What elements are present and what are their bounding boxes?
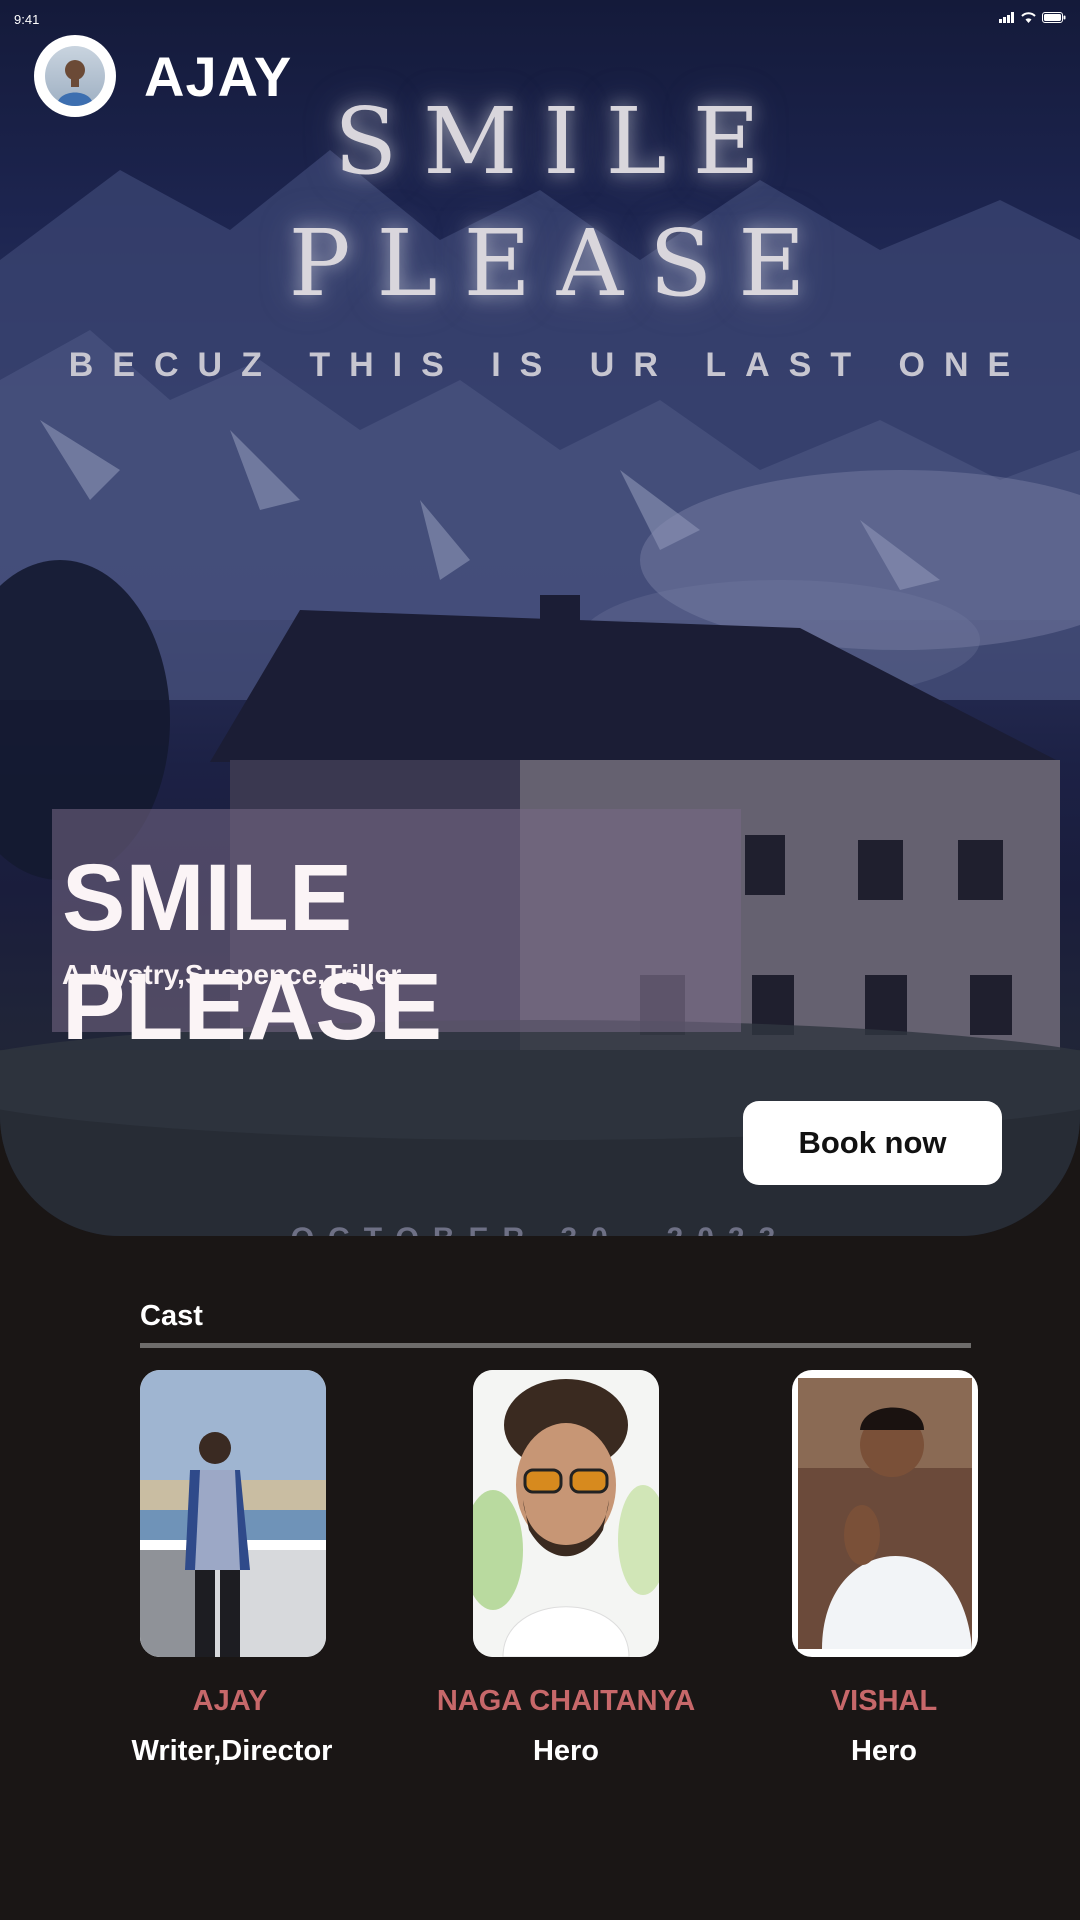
status-time: 9:41 <box>14 12 40 27</box>
battery-icon <box>1042 10 1066 28</box>
cast-name-2: NAGA CHAITANYA <box>436 1685 696 1717</box>
cast-role-1: Writer,Director <box>131 1735 333 1767</box>
cast-photo-vishal[interactable] <box>792 1370 978 1657</box>
status-icons <box>999 10 1066 28</box>
cast-photo-image <box>798 1378 972 1649</box>
cast-role-2: Hero <box>532 1735 600 1767</box>
cast-heading: Cast <box>140 1300 203 1332</box>
movie-genres: A Mystry,Suspence,Triller <box>62 959 402 990</box>
cast-photo-image <box>473 1370 659 1657</box>
movie-details-screen: 9:41 AJAY SMILE PLEASE BECUZ THIS IS UR … <box>0 0 1080 1920</box>
signal-icon <box>999 10 1015 28</box>
cast-role-3: Hero <box>850 1735 918 1767</box>
cast-name-3: VISHAL <box>830 1685 938 1717</box>
book-now-button[interactable]: Book now <box>743 1101 1002 1185</box>
wifi-icon <box>1021 10 1036 28</box>
cast-photo-naga-chaitanya[interactable] <box>473 1370 659 1657</box>
poster-tagline: BECUZ THIS IS UR LAST ONE <box>68 346 1030 384</box>
poster-title-line1: SMILE <box>334 88 786 195</box>
cast-photo-ajay[interactable] <box>140 1370 326 1657</box>
cast-photo-image <box>140 1370 326 1657</box>
cast-divider <box>140 1343 971 1348</box>
cast-name-1: AJAY <box>192 1685 268 1717</box>
hero-poster: 9:41 AJAY SMILE PLEASE BECUZ THIS IS UR … <box>0 0 1080 1236</box>
movie-title: SMILE PLEASE <box>62 845 443 1060</box>
poster-date: OCTOBER 30, 2023 <box>0 1222 1080 1236</box>
movie-title-panel: SMILE PLEASE A Mystry,Suspence,Triller <box>52 809 741 1060</box>
poster-title-line2: PLEASE <box>288 210 832 317</box>
